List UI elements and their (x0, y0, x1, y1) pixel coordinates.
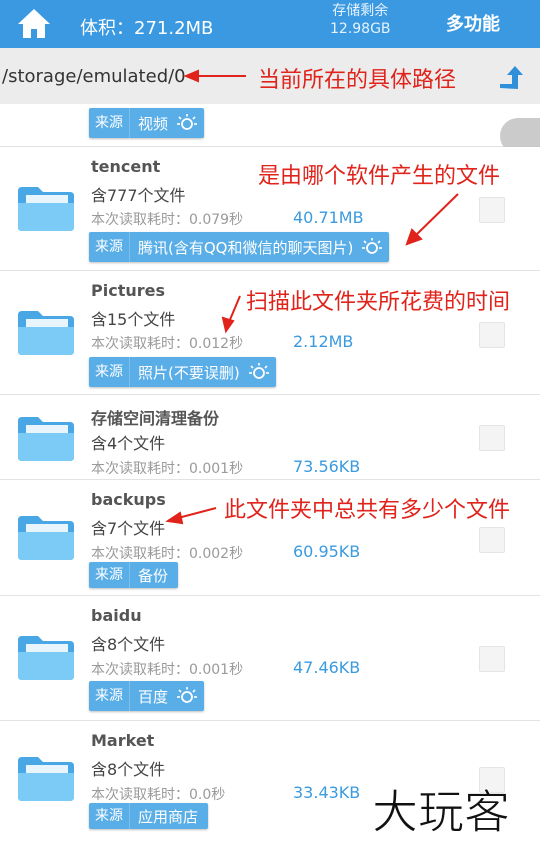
volume-label: 体积：271.2MB (80, 18, 214, 39)
source-label: 来源 (89, 108, 130, 138)
folder-icon (18, 311, 74, 355)
source-tag: 来源 视频 (89, 108, 205, 138)
up-directory-button[interactable] (494, 62, 524, 92)
list-item-cleanup-backup[interactable]: 存储空间清理备份 含4个文件 本次读取耗时：0.001秒 73.56KB (0, 395, 540, 480)
folder-size: 47.46KB (293, 658, 361, 677)
lightbulb-icon (362, 238, 383, 254)
folder-icon (18, 516, 74, 560)
up-arrow-icon (500, 66, 523, 89)
source-name: 照片(不要误删) (138, 363, 240, 382)
folder-size: 60.95KB (293, 542, 361, 561)
folder-size: 2.12MB (293, 332, 354, 351)
storage-remaining-label: 存储剩余 (332, 3, 389, 19)
read-time: 本次读取耗时：0.001秒 (91, 662, 244, 678)
source-tag: 来源 备份 (89, 562, 179, 588)
list-item-baidu[interactable]: baidu 含8个文件 本次读取耗时：0.001秒 47.46KB 来源 百度 (0, 596, 540, 721)
folder-name: Pictures (91, 281, 165, 300)
select-checkbox[interactable] (479, 527, 505, 553)
annotation-count: 此文件夹中总共有多少个文件 (224, 498, 511, 523)
folder-icon (18, 417, 74, 461)
source-label: 来源 (89, 232, 130, 262)
list-item[interactable]: 来源 视频 (0, 104, 540, 147)
folder-name: tencent (91, 157, 161, 176)
storage-remaining: 存储剩余 12.98GB (330, 2, 391, 38)
file-count: 含777个文件 (91, 186, 186, 205)
storage-remaining-value: 12.98GB (330, 21, 391, 37)
source-name: 备份 (138, 566, 169, 585)
file-count: 含4个文件 (91, 434, 166, 453)
source-tag: 来源 百度 (89, 681, 205, 711)
folder-name: backups (91, 490, 166, 509)
folder-icon (18, 636, 74, 680)
home-button[interactable] (16, 6, 52, 40)
source-tag: 来源 照片(不要误删) (89, 357, 276, 387)
folder-size: 73.56KB (293, 457, 361, 476)
source-name: 百度 (138, 687, 169, 706)
lightbulb-icon (177, 687, 198, 703)
read-time: 本次读取耗时：0.002秒 (91, 546, 244, 562)
source-name: 视频 (138, 114, 169, 133)
svg-text:大玩客: 大玩客 (372, 785, 510, 839)
source-label: 来源 (89, 803, 130, 829)
folder-size: 33.43KB (293, 783, 361, 802)
home-icon (18, 9, 50, 38)
lightbulb-icon (177, 114, 198, 130)
file-count: 含15个文件 (91, 310, 176, 329)
source-name: 应用商店 (138, 807, 199, 826)
top-bar: 体积：271.2MB 存储剩余 12.98GB 多功能 (0, 0, 540, 48)
source-label: 来源 (89, 681, 130, 711)
folder-size: 40.71MB (293, 208, 364, 227)
select-checkbox[interactable] (479, 425, 505, 451)
source-name: 腾讯(含有QQ和微信的聊天图片) (138, 238, 354, 257)
select-checkbox[interactable] (479, 197, 505, 223)
watermark-logo: 大玩客 (372, 785, 511, 840)
file-count: 含8个文件 (91, 760, 166, 779)
watermark: 大玩客 (372, 780, 540, 840)
folder-icon (18, 757, 74, 801)
annotation-path: 当前所在的具体路径 (258, 68, 457, 93)
source-tag: 来源 应用商店 (89, 803, 209, 829)
folder-icon (18, 187, 74, 231)
select-checkbox[interactable] (479, 646, 505, 672)
lightbulb-icon (248, 363, 269, 379)
multi-function-button[interactable]: 多功能 (446, 10, 500, 36)
read-time: 本次读取耗时：0.079秒 (91, 212, 244, 228)
annotation-source: 是由哪个软件产生的文件 (258, 164, 501, 189)
file-count: 含7个文件 (91, 519, 166, 538)
read-time: 本次读取耗时：0.012秒 (91, 336, 244, 352)
source-label: 来源 (89, 562, 130, 588)
select-checkbox[interactable] (479, 322, 505, 348)
source-tag: 来源 腾讯(含有QQ和微信的聊天图片) (89, 232, 390, 262)
folder-name: Market (91, 731, 155, 750)
annotation-time: 扫描此文件夹所花费的时间 (246, 290, 511, 315)
file-count: 含8个文件 (91, 635, 166, 654)
read-time: 本次读取耗时：0.0秒 (91, 787, 226, 803)
current-path: /storage/emulated/0 (2, 66, 186, 87)
folder-name: baidu (91, 606, 142, 625)
source-label: 来源 (89, 357, 130, 387)
folder-name: 存储空间清理备份 (91, 409, 220, 428)
read-time: 本次读取耗时：0.001秒 (91, 461, 244, 477)
